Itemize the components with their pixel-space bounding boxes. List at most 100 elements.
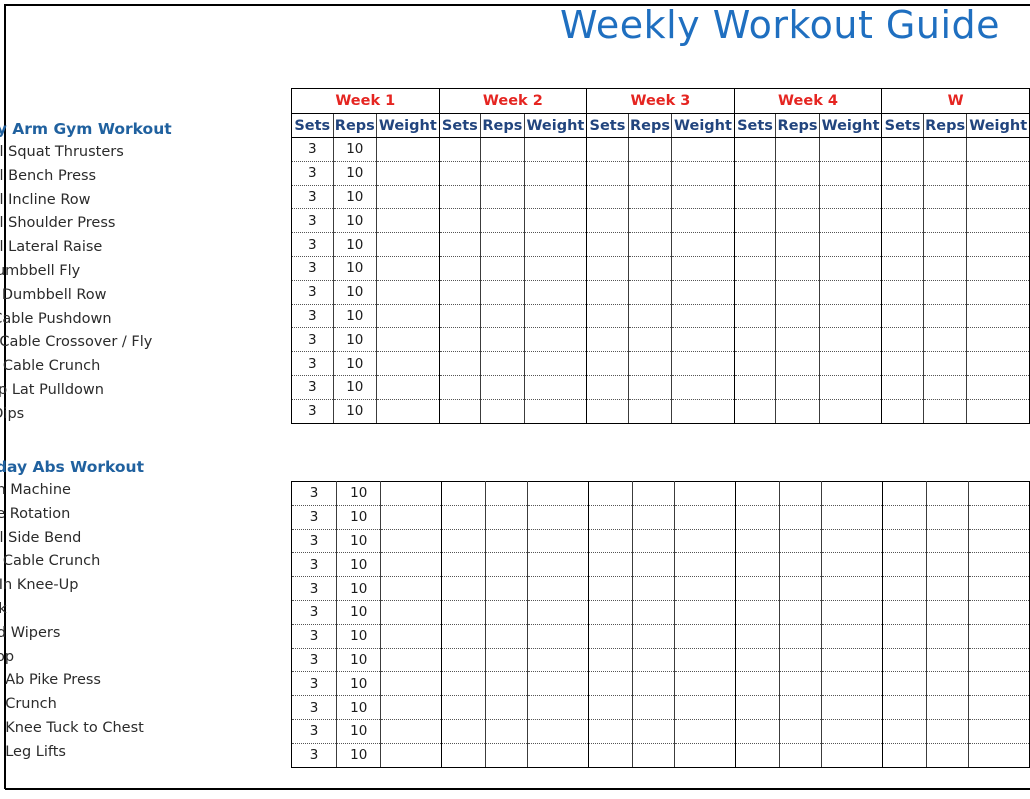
cell-reps[interactable] <box>775 161 820 186</box>
cell-sets[interactable] <box>586 280 629 305</box>
cell-weight[interactable] <box>523 185 588 210</box>
cell-weight[interactable] <box>821 624 883 649</box>
cell-sets[interactable] <box>734 505 780 530</box>
cell-weight[interactable] <box>968 648 1030 673</box>
cell-sets[interactable] <box>881 161 924 186</box>
cell-weight[interactable] <box>818 351 883 376</box>
cell-reps[interactable] <box>778 600 823 625</box>
cell-sets[interactable]: 3 <box>291 304 334 329</box>
cell-weight[interactable] <box>968 600 1030 625</box>
cell-reps[interactable] <box>632 695 676 720</box>
cell-reps[interactable]: 10 <box>332 280 378 305</box>
cell-weight[interactable] <box>380 719 443 744</box>
cell-sets[interactable] <box>438 399 482 424</box>
cell-weight[interactable] <box>523 161 588 186</box>
cell-weight[interactable] <box>376 351 440 376</box>
cell-reps[interactable] <box>632 600 676 625</box>
cell-sets[interactable] <box>441 529 487 554</box>
cell-weight[interactable] <box>821 743 883 768</box>
cell-sets[interactable] <box>588 576 634 601</box>
cell-weight[interactable] <box>380 648 443 673</box>
cell-sets[interactable]: 3 <box>291 256 334 281</box>
cell-sets[interactable]: 3 <box>291 161 334 186</box>
cell-weight[interactable] <box>671 280 735 305</box>
cell-weight[interactable] <box>376 304 440 329</box>
cell-sets[interactable] <box>438 280 482 305</box>
cell-sets[interactable]: 3 <box>291 375 334 400</box>
cell-weight[interactable] <box>523 256 588 281</box>
cell-weight[interactable] <box>527 624 590 649</box>
cell-weight[interactable] <box>966 232 1030 257</box>
cell-reps[interactable] <box>480 280 525 305</box>
cell-reps[interactable] <box>922 256 968 281</box>
cell-sets[interactable] <box>734 600 780 625</box>
cell-sets[interactable] <box>441 743 487 768</box>
table-row[interactable]: 3 10 <box>291 161 1030 186</box>
cell-weight[interactable] <box>821 505 883 530</box>
cell-sets[interactable] <box>733 280 777 305</box>
cell-weight[interactable] <box>821 695 883 720</box>
table-row[interactable]: 3 10 <box>291 208 1030 234</box>
cell-weight[interactable] <box>968 529 1030 554</box>
cell-reps[interactable] <box>485 576 529 601</box>
cell-sets[interactable]: 3 <box>290 719 338 744</box>
cell-weight[interactable] <box>966 327 1030 353</box>
cell-sets[interactable] <box>734 529 780 554</box>
cell-sets[interactable] <box>881 719 927 744</box>
cell-sets[interactable] <box>881 743 927 768</box>
cell-weight[interactable] <box>966 185 1030 210</box>
cell-reps[interactable] <box>778 695 823 720</box>
table-row[interactable]: 3 10 <box>290 600 1030 625</box>
cell-reps[interactable] <box>922 375 968 400</box>
cell-weight[interactable] <box>523 208 588 234</box>
cell-sets[interactable] <box>881 256 924 281</box>
cell-reps[interactable] <box>480 232 525 257</box>
exercise-name[interactable]: ss Ball Leg Lifts <box>0 741 290 765</box>
cell-weight[interactable] <box>674 624 736 649</box>
cell-reps[interactable] <box>925 505 970 530</box>
cell-weight[interactable] <box>821 600 883 625</box>
cell-weight[interactable] <box>376 256 440 281</box>
cell-reps[interactable] <box>775 327 820 353</box>
cell-sets[interactable]: 3 <box>290 624 338 649</box>
cell-reps[interactable] <box>480 327 525 353</box>
cell-reps[interactable] <box>480 304 525 329</box>
cell-weight[interactable] <box>671 232 735 257</box>
cell-weight[interactable] <box>966 280 1030 305</box>
cell-weight[interactable] <box>376 232 440 257</box>
cell-sets[interactable] <box>733 185 777 210</box>
cell-sets[interactable] <box>438 256 482 281</box>
cell-weight[interactable] <box>527 671 590 697</box>
cell-weight[interactable] <box>674 719 736 744</box>
table-row[interactable]: 3 10 <box>290 576 1030 601</box>
cell-reps[interactable] <box>485 743 529 768</box>
table-row[interactable]: 3 10 <box>291 375 1030 400</box>
table-row[interactable]: 3 10 <box>291 280 1030 305</box>
cell-sets[interactable] <box>734 576 780 601</box>
cell-reps[interactable] <box>485 505 529 530</box>
cell-reps[interactable] <box>485 719 529 744</box>
cell-weight[interactable] <box>968 481 1030 506</box>
cell-reps[interactable] <box>485 624 529 649</box>
cell-sets[interactable]: 3 <box>290 576 338 601</box>
cell-weight[interactable] <box>966 304 1030 329</box>
cell-reps[interactable] <box>778 624 823 649</box>
cell-reps[interactable] <box>480 137 525 162</box>
cell-reps[interactable] <box>778 576 823 601</box>
cell-sets[interactable] <box>881 137 924 162</box>
cell-weight[interactable] <box>818 208 883 234</box>
cell-reps[interactable] <box>627 232 673 257</box>
cell-weight[interactable] <box>671 185 735 210</box>
cell-weight[interactable] <box>523 280 588 305</box>
cell-sets[interactable] <box>438 161 482 186</box>
table-row[interactable]: 3 10 <box>291 256 1030 281</box>
cell-sets[interactable] <box>441 719 487 744</box>
cell-sets[interactable] <box>881 232 924 257</box>
cell-reps[interactable] <box>627 256 673 281</box>
cell-sets[interactable] <box>881 208 924 234</box>
exercise-name[interactable]: ss Ball Crunch <box>0 693 290 717</box>
exercise-name[interactable]: od Chop <box>0 646 290 670</box>
cell-weight[interactable] <box>671 351 735 376</box>
cell-sets[interactable] <box>588 695 634 720</box>
cell-sets[interactable]: 3 <box>291 327 334 353</box>
